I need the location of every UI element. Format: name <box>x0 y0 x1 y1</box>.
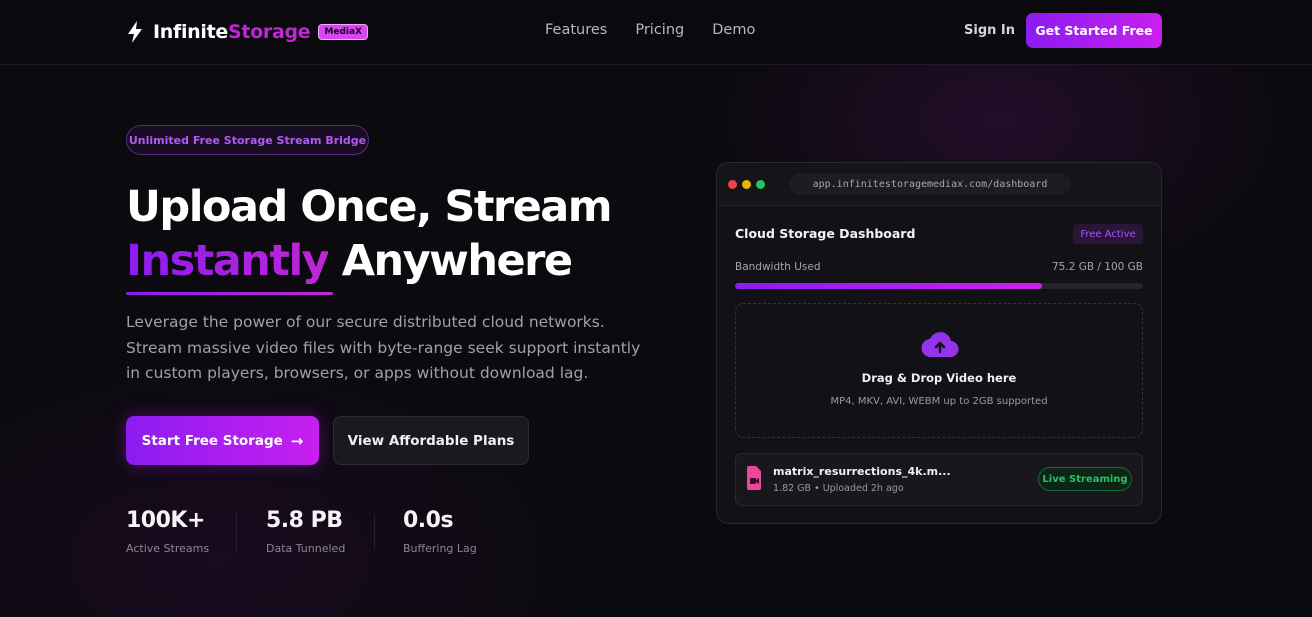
stat-active-streams: 100K+ Active Streams <box>126 508 209 555</box>
stat-label: Active Streams <box>126 542 210 555</box>
upload-dropzone[interactable]: Drag & Drop Video here MP4, MKV, AVI, WE… <box>735 303 1143 438</box>
hero-title: Upload Once, Stream Instantly Anywhere <box>126 180 613 288</box>
get-started-button[interactable]: Get Started Free <box>1026 13 1162 48</box>
hero-title-line1: Upload Once, Stream <box>126 182 613 232</box>
logo-badge: MediaX <box>318 24 368 40</box>
hero-title-rest: Anywhere <box>341 236 573 286</box>
cloud-upload-icon <box>921 332 959 358</box>
view-plans-button[interactable]: View Affordable Plans <box>333 416 529 465</box>
nav-link-demo[interactable]: Demo <box>712 22 755 38</box>
bandwidth-progress-fill <box>735 283 1042 289</box>
logo[interactable]: Infinite Storage MediaX <box>125 19 368 45</box>
stat-label: Data Tunneled <box>266 542 346 555</box>
window-titlebar: app.infinitestoragemediax.com/dashboard <box>717 163 1161 206</box>
stat-value: 100K+ <box>126 508 205 533</box>
logo-text-accent: Storage <box>227 21 311 43</box>
arrow-right-icon: → <box>290 431 304 450</box>
live-streaming-badge: Live Streaming <box>1038 467 1132 491</box>
uploaded-file-row[interactable]: matrix_resurrections_4k.m... 1.82 GB • U… <box>735 453 1143 506</box>
nav-links: Features Pricing Demo <box>545 22 783 38</box>
window-minimize-dot <box>742 180 751 189</box>
window-close-dot <box>728 180 737 189</box>
dashboard-preview-card: app.infinitestoragemediax.com/dashboard … <box>716 162 1162 524</box>
bolt-icon <box>128 21 142 43</box>
nav-link-pricing[interactable]: Pricing <box>635 22 684 38</box>
sign-in-link[interactable]: Sign In <box>964 23 1015 38</box>
hero-title-highlight: Instantly <box>126 236 330 286</box>
file-video-icon <box>747 466 761 490</box>
highlight-underline <box>126 292 333 295</box>
dashboard-title: Cloud Storage Dashboard <box>735 226 916 241</box>
free-active-badge: Free Active <box>1073 224 1143 244</box>
stat-buffering-lag: 0.0s Buffering Lag <box>403 508 477 555</box>
hero-description: Leverage the power of our secure distrib… <box>126 313 641 382</box>
logo-text-primary: Infinite <box>153 21 228 43</box>
top-nav: Infinite Storage MediaX Features Pricing… <box>0 0 1312 65</box>
url-bar: app.infinitestoragemediax.com/dashboard <box>789 173 1071 195</box>
bandwidth-value: 75.2 GB / 100 GB <box>1052 261 1143 273</box>
bandwidth-progress <box>735 283 1143 289</box>
dropzone-subtitle: MP4, MKV, AVI, WEBM up to 2GB supported <box>830 396 1048 407</box>
stat-value: 0.0s <box>403 508 454 533</box>
window-maximize-dot <box>756 180 765 189</box>
hero-pill-badge: Unlimited Free Storage Stream Bridge <box>126 125 369 155</box>
file-name: matrix_resurrections_4k.m... <box>773 465 951 478</box>
stat-label: Buffering Lag <box>403 542 477 555</box>
stat-data-tunneled: 5.8 PB Data Tunneled <box>266 508 345 555</box>
dropzone-title: Drag & Drop Video here <box>861 371 1017 385</box>
start-free-storage-button[interactable]: Start Free Storage → <box>126 416 319 465</box>
stat-value: 5.8 PB <box>266 508 343 533</box>
stat-divider <box>374 514 375 550</box>
file-meta: 1.82 GB • Uploaded 2h ago <box>773 483 904 494</box>
nav-link-features[interactable]: Features <box>545 22 607 38</box>
bandwidth-label: Bandwidth Used <box>735 261 821 273</box>
start-free-storage-label: Start Free Storage <box>141 432 283 449</box>
stat-divider <box>236 514 237 550</box>
